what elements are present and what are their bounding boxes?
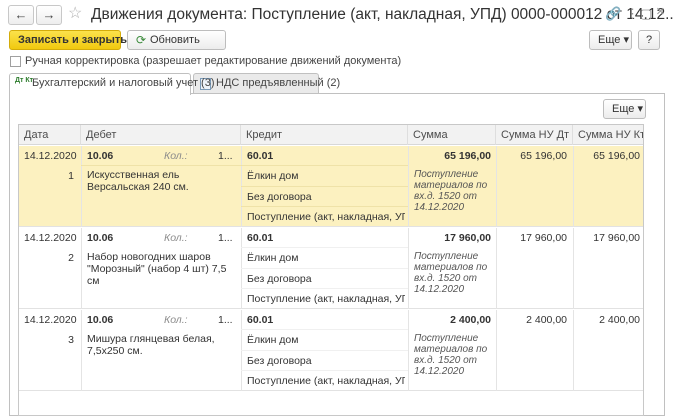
table-row[interactable]: 14.12.2020 1 10.06 Кол.: 1... Искусствен…: [19, 146, 643, 227]
qty-label: Кол.:: [164, 150, 188, 162]
tab-accounting[interactable]: Дт Кт Бухгалтерский и налоговый учет (3): [9, 73, 215, 95]
debit-account: 10.06: [87, 232, 114, 244]
more-menu-icon[interactable]: ⋮: [626, 7, 639, 21]
toolbar: Записать и закрыть ⟳ Обновить Еще ▾ ?: [0, 30, 674, 54]
row-content: Поступление материалов по вх.д. 1520 от …: [414, 169, 488, 213]
debit-subconto: Набор новогодних шаров "Морозный" (набор…: [87, 251, 227, 287]
row-number: 2: [68, 252, 74, 264]
credit-counterparty: Ёлкин дом: [247, 170, 299, 182]
back-button[interactable]: ←: [8, 5, 34, 25]
row-date: 14.12.2020: [24, 232, 77, 244]
row-number: 1: [68, 170, 74, 182]
credit-account: 60.01: [247, 232, 274, 244]
tab-panel: Еще ▾ Дата Дебет Кредит Сумма Сумма НУ Д…: [9, 93, 665, 416]
row-sum: 17 960,00: [444, 232, 491, 244]
link-icon[interactable]: 🔗: [605, 7, 621, 21]
column-sum-nu-kt[interactable]: Сумма НУ Кт: [573, 125, 643, 145]
column-sum-nu-dt[interactable]: Сумма НУ Дт: [496, 125, 573, 145]
refresh-icon: ⟳: [136, 33, 147, 47]
more-button[interactable]: Еще ▾: [589, 30, 632, 50]
favorite-star-icon[interactable]: ☆: [68, 5, 82, 23]
column-credit[interactable]: Кредит: [241, 125, 408, 145]
window-title: Движения документа: Поступление (акт, на…: [91, 6, 674, 23]
row-content: Поступление материалов по вх.д. 1520 от …: [414, 251, 488, 295]
movements-table: Дата Дебет Кредит Сумма Сумма НУ Дт Сумм…: [18, 124, 644, 416]
table-header: Дата Дебет Кредит Сумма Сумма НУ Дт Сумм…: [19, 125, 643, 145]
column-sum[interactable]: Сумма: [408, 125, 496, 145]
row-sum-nu-kt: 65 196,00: [593, 150, 640, 162]
row-sum-nu-kt: 2 400,00: [599, 314, 640, 326]
row-date: 14.12.2020: [24, 150, 77, 162]
qty-value: 1...: [218, 314, 233, 326]
refresh-button[interactable]: ⟳ Обновить: [127, 30, 226, 50]
table-row[interactable]: 14.12.2020 2 10.06 Кол.: 1... Набор ново…: [19, 228, 643, 309]
tab-vat-label: НДС предъявленный (2): [216, 77, 341, 89]
forward-button[interactable]: →: [36, 5, 62, 25]
column-date[interactable]: Дата: [19, 125, 81, 145]
close-icon[interactable]: ×: [656, 4, 665, 19]
qty-label: Кол.:: [164, 232, 188, 244]
row-sum-nu-dt: 2 400,00: [526, 314, 567, 326]
credit-counterparty: Ёлкин дом: [247, 252, 299, 264]
row-sum-nu-dt: 17 960,00: [520, 232, 567, 244]
row-sum: 65 196,00: [444, 150, 491, 162]
manual-correction-checkbox[interactable]: [10, 56, 21, 67]
credit-document: Поступление (акт, накладная, УПД...: [247, 211, 405, 223]
restore-icon[interactable]: ▢: [640, 7, 652, 21]
table-row[interactable]: 14.12.2020 3 10.06 Кол.: 1... Мишура гля…: [19, 310, 643, 391]
column-debit[interactable]: Дебет: [81, 125, 241, 145]
row-content: Поступление материалов по вх.д. 1520 от …: [414, 333, 488, 377]
table-more-button[interactable]: Еще ▾: [603, 99, 646, 119]
qty-value: 1...: [218, 232, 233, 244]
credit-counterparty: Ёлкин дом: [247, 334, 299, 346]
qty-value: 1...: [218, 150, 233, 162]
debit-account: 10.06: [87, 314, 114, 326]
credit-document: Поступление (акт, накладная, УПД...: [247, 293, 405, 305]
refresh-label: Обновить: [150, 34, 200, 46]
arrow-right-icon: →: [42, 7, 56, 22]
credit-account: 60.01: [247, 150, 274, 162]
credit-contract: Без договора: [247, 191, 312, 203]
debit-subconto: Мишура глянцевая белая, 7,5x250 см.: [87, 333, 215, 357]
credit-document: Поступление (акт, накладная, УПД...: [247, 375, 405, 387]
row-sum-nu-kt: 17 960,00: [593, 232, 640, 244]
credit-contract: Без договора: [247, 273, 312, 285]
row-date: 14.12.2020: [24, 314, 77, 326]
help-button[interactable]: ?: [638, 30, 660, 50]
row-number: 3: [68, 334, 74, 346]
row-sum: 2 400,00: [450, 314, 491, 326]
credit-account: 60.01: [247, 314, 274, 326]
qty-label: Кол.:: [164, 314, 188, 326]
debit-credit-icon: Дт Кт: [15, 77, 34, 84]
debit-account: 10.06: [87, 150, 114, 162]
arrow-left-icon: ←: [14, 7, 28, 22]
save-and-close-button[interactable]: Записать и закрыть: [9, 30, 127, 50]
debit-subconto: Искусственная ель Версальская 240 см.: [87, 169, 189, 193]
credit-contract: Без договора: [247, 355, 312, 367]
row-sum-nu-dt: 65 196,00: [520, 150, 567, 162]
manual-correction-label[interactable]: Ручная корректировка (разрешает редактир…: [25, 55, 401, 67]
tab-accounting-label: Бухгалтерский и налоговый учет (3): [32, 77, 215, 89]
title-bar: ← → ☆ Движения документа: Поступление (а…: [0, 0, 674, 30]
